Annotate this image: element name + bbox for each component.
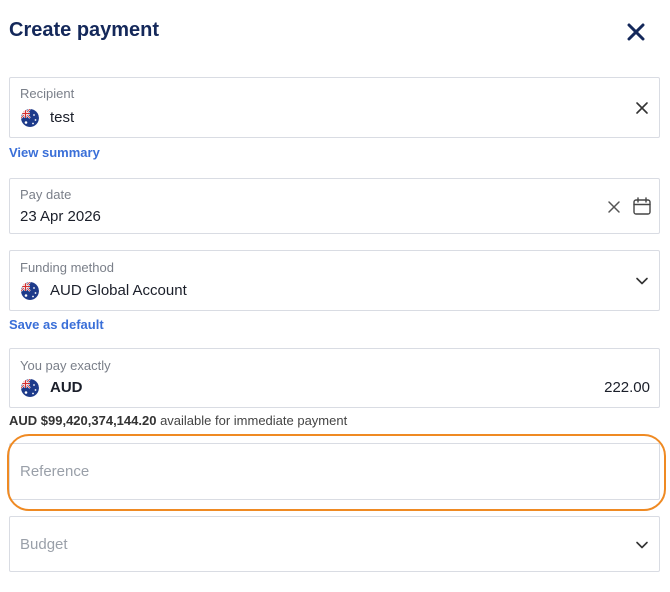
available-amount: AUD $99,420,374,144.20 [9,413,157,428]
chevron-down-icon[interactable] [632,535,652,555]
recipient-value: test [50,109,75,126]
you-pay-field[interactable]: You pay exactly AUD 222.00 [9,348,660,408]
available-suffix: available for immediate payment [156,413,348,428]
chevron-down-icon[interactable] [632,271,652,291]
australia-flag-icon [21,379,39,397]
funding-method-value: AUD Global Account [50,282,187,299]
pay-date-label: Pay date [20,187,72,202]
pay-date-value: 23 Apr 2026 [20,208,101,225]
calendar-icon[interactable] [632,196,652,216]
save-as-default-link[interactable]: Save as default [9,317,104,332]
recipient-label: Recipient [20,86,75,101]
clear-recipient-icon[interactable] [632,98,652,118]
amount-input[interactable]: 222.00 [604,379,650,396]
you-pay-label: You pay exactly [20,358,111,373]
page-title: Create payment [9,19,160,41]
pay-date-field[interactable]: Pay date 23 Apr 2026 [9,178,660,234]
currency-code: AUD [50,379,83,396]
budget-select[interactable]: Budget [9,516,660,572]
available-balance: AUD $99,420,374,144.20 available for imm… [9,413,347,428]
close-icon[interactable] [624,20,648,44]
budget-placeholder: Budget [20,536,68,553]
recipient-field[interactable]: Recipient test [9,77,660,138]
view-summary-link[interactable]: View summary [9,145,100,160]
reference-input[interactable]: Reference [9,443,660,500]
funding-method-select[interactable]: Funding method AUD Global Account [9,250,660,311]
australia-flag-icon [21,109,39,127]
reference-placeholder: Reference [20,463,90,480]
clear-date-icon[interactable] [604,197,624,217]
australia-flag-icon [21,282,39,300]
funding-method-label: Funding method [20,260,114,275]
